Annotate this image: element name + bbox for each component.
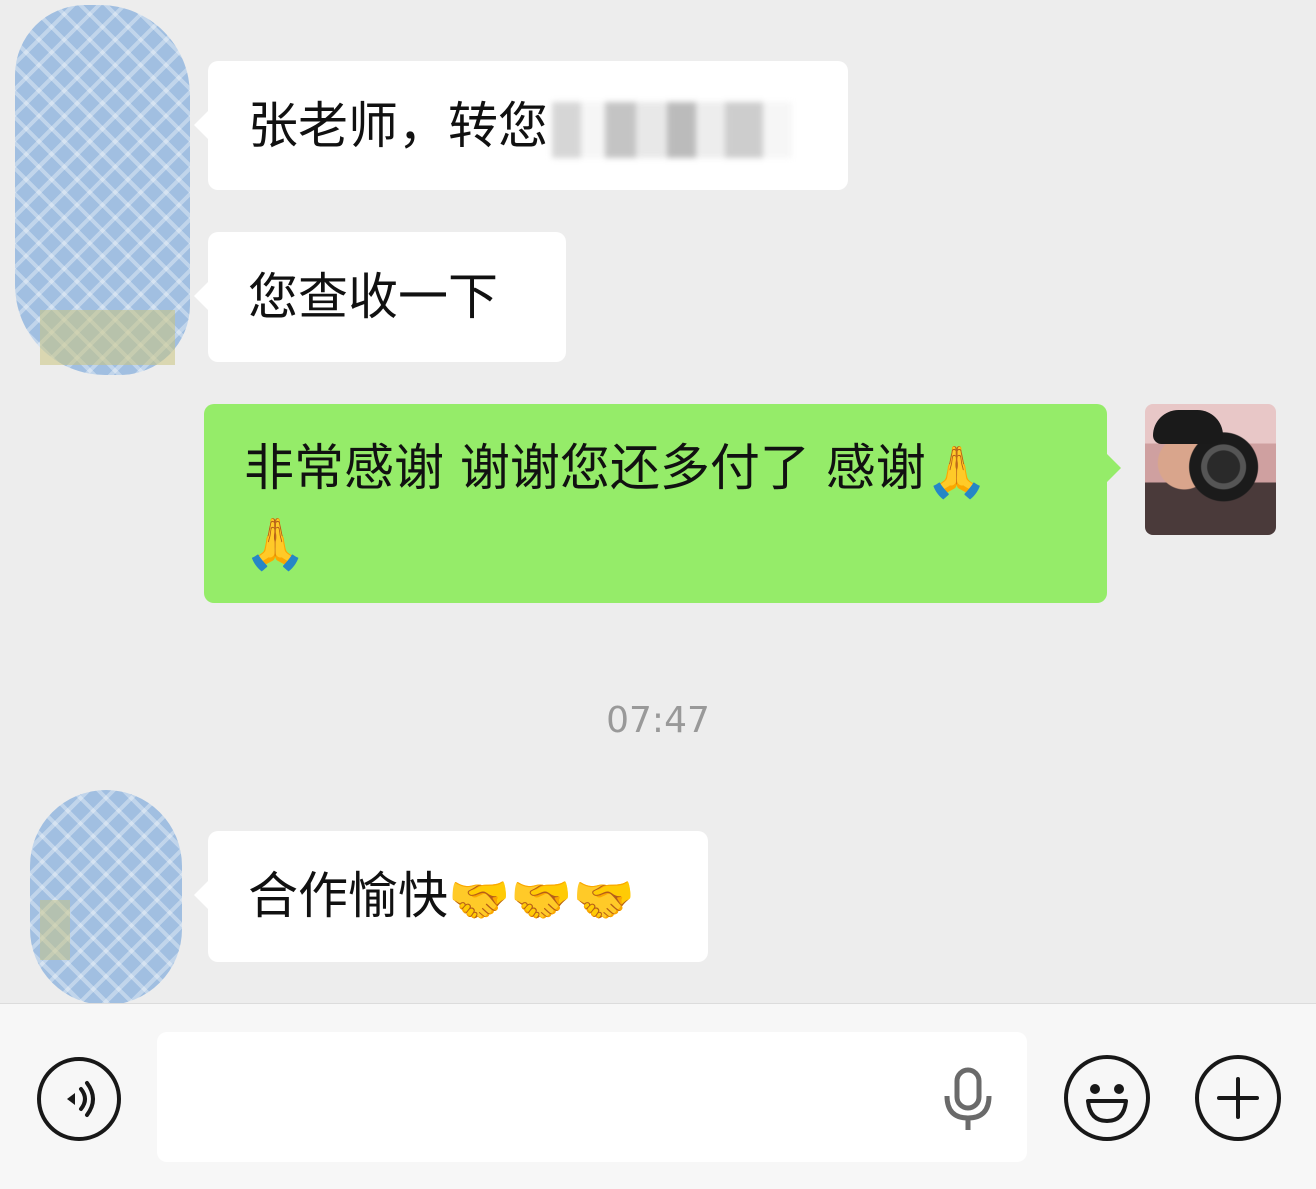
contact-avatar-blurred[interactable] bbox=[15, 5, 190, 375]
avatar-hair bbox=[1153, 410, 1223, 444]
message-text: 非常感谢 谢谢您还多付了 感谢 bbox=[244, 439, 926, 497]
input-toolbar bbox=[0, 1003, 1316, 1189]
message-timestamp: 07:47 bbox=[606, 700, 710, 741]
folded-hands-emoji: 🙏 bbox=[925, 442, 989, 501]
message-bubble-self[interactable]: 非常感谢 谢谢您还多付了 感谢🙏 🙏 bbox=[204, 404, 1121, 603]
add-button[interactable] bbox=[1195, 1055, 1281, 1141]
message-bubble[interactable]: 张老师，转您 bbox=[194, 61, 848, 190]
folded-hands-emoji: 🙏 bbox=[244, 514, 307, 573]
message-input[interactable] bbox=[157, 1032, 1027, 1162]
message-text: 您查收一下 bbox=[248, 268, 498, 326]
chat-area: 张老师，转您 您查收一下 非常感谢 谢谢您还多付了 感谢🙏 🙏 07:47 合作… bbox=[0, 0, 1316, 1005]
message-bubble[interactable]: 您查收一下 bbox=[194, 232, 566, 362]
voice-toggle-button[interactable] bbox=[37, 1057, 121, 1141]
handshake-emoji: 🤝🤝🤝 bbox=[448, 870, 635, 929]
message-text: 张老师，转您 bbox=[248, 97, 548, 155]
message-text: 合作愉快 bbox=[248, 867, 448, 925]
contact-avatar-blurred[interactable] bbox=[30, 790, 182, 1005]
plus-icon bbox=[1217, 1077, 1259, 1119]
self-avatar[interactable] bbox=[1145, 404, 1276, 535]
emoji-button[interactable] bbox=[1064, 1055, 1150, 1141]
redacted-amount bbox=[552, 101, 792, 158]
emoji-icon bbox=[1086, 1084, 1128, 1123]
microphone-icon[interactable] bbox=[939, 1064, 999, 1134]
voice-icon bbox=[67, 1081, 95, 1117]
message-bubble[interactable]: 合作愉快🤝🤝🤝 bbox=[194, 831, 708, 962]
